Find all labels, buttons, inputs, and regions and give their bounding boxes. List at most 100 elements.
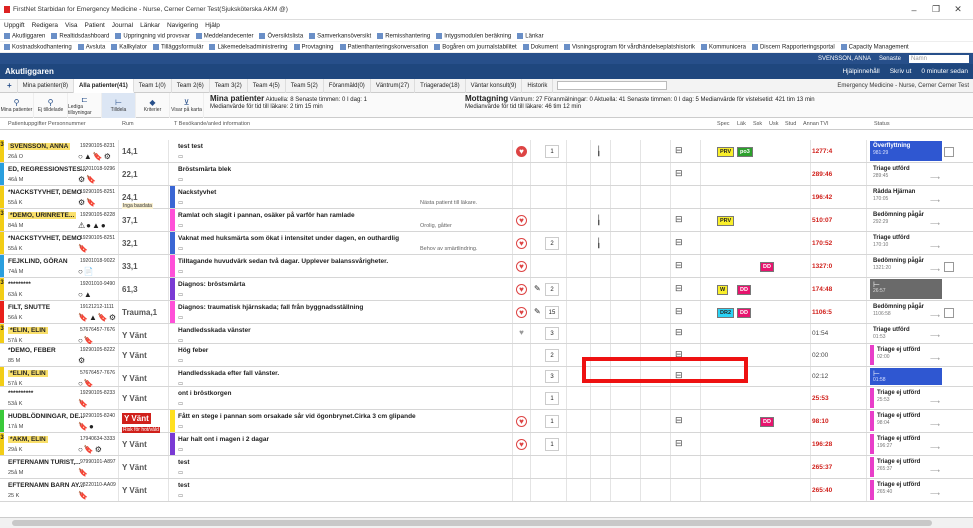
visit-reason[interactable]: ont i bröstkorgen (178, 390, 231, 397)
patient-name[interactable]: *DEMO, FEBER (8, 347, 56, 354)
table-row[interactable]: 3 *DEMO, URINRETE... 19290105-8228 84å M ⚠●▲… (0, 209, 973, 232)
bookmark-link[interactable]: Discern Rapporteringsportal (751, 43, 835, 50)
patient-name[interactable]: *NACKSTYVHET, DEMO (8, 235, 82, 242)
menu-item[interactable]: Navigering (167, 22, 198, 29)
heart-icon[interactable]: ♥ (516, 145, 527, 157)
menu-item[interactable]: Visa (65, 22, 78, 29)
visit-reason[interactable]: Vaknat med huksmärta som ökat i intensit… (178, 235, 399, 242)
bookmark-link[interactable]: Kommunicera (700, 43, 746, 50)
patient-name[interactable]: ED, REGRESSIONSTES... (8, 166, 86, 173)
patient-name[interactable]: HUDBLÖDNINGAR, DE... (8, 413, 84, 420)
visit-reason[interactable]: test (178, 459, 190, 466)
tab-waiting-room[interactable]: Väntrum(27) (371, 78, 416, 93)
col-annan[interactable]: Annan (803, 121, 819, 127)
heart-icon[interactable]: ♥ (516, 328, 527, 339)
table-row[interactable]: *DEMO, FEBER 19290105-8222 85 M ⚙ Y Vänt Hög … (0, 344, 973, 367)
status-cell[interactable]: Triage ej utförd 196:27 (870, 434, 942, 454)
bookmark-link[interactable]: Capacity Management (840, 43, 909, 50)
patient-name[interactable]: ********** (8, 390, 33, 397)
table-row[interactable]: FEJKLIND, GÖRAN 19201018-9022 74å M ○📄 33,1 T… (0, 255, 973, 278)
bookmark-link[interactable]: Intygsmodulen beräkning (436, 32, 511, 39)
room-number[interactable]: Y Vänt (122, 374, 147, 383)
add-tab-button[interactable]: + (2, 78, 18, 93)
row-checkbox[interactable] (944, 261, 954, 272)
visit-reason[interactable]: Har halt ont i magen i 2 dagar (178, 436, 269, 443)
document-count[interactable]: 3 (545, 327, 559, 340)
tab-team-2[interactable]: Team 2(6) (172, 78, 210, 93)
horizontal-scrollbar[interactable] (0, 517, 973, 528)
room-number[interactable]: Y Vänt (122, 331, 147, 340)
visit-reason[interactable]: Diagnos: bröstsmärta (178, 281, 245, 288)
document-count[interactable]: 1 (545, 414, 559, 428)
table-row[interactable]: EFTERNAMN TURIST,... 97990101-A897 25å M 🔖 Y… (0, 456, 973, 479)
table-row[interactable]: *ELIN, ELIN 57676457-7676 57å K ○🔖 Y Vänt Han… (0, 367, 973, 388)
minimize-button[interactable]: – (903, 5, 925, 15)
bookmark-link[interactable]: Läkemedelsadministrering (209, 43, 288, 50)
menu-item[interactable]: Patient (85, 22, 105, 29)
restore-button[interactable]: ❐ (925, 4, 947, 15)
status-cell[interactable]: Rädda Hjärnan 170:05 (870, 187, 942, 207)
patient-name[interactable]: *DEMO, URINRETE... (8, 212, 77, 219)
bookmark-link[interactable]: Meddelandecenter (195, 32, 253, 39)
patient-name[interactable]: *NACKSTYVHET, DEMO (8, 189, 82, 196)
bookmark-link[interactable]: Översiktslista (259, 32, 303, 39)
patient-name[interactable]: FILT, SNUTTE (8, 304, 50, 311)
patient-name[interactable]: *ELIN, ELIN (8, 327, 48, 334)
menu-item[interactable]: Uppgift (4, 22, 25, 29)
col-patient[interactable]: Patientuppgifter Personnummer (8, 121, 86, 127)
room-number[interactable]: 22,1 (122, 170, 138, 179)
heart-icon[interactable]: ♥ (516, 237, 527, 249)
document-count[interactable]: 2 (545, 282, 559, 296)
table-row[interactable]: 3 ********* 19201010-9490 63å K ○▲ 61,3 Diagno… (0, 278, 973, 301)
document-count[interactable]: 3 (545, 370, 559, 383)
room-number[interactable]: Y Vänt (122, 413, 151, 424)
col-room[interactable]: Rum (122, 121, 134, 127)
col-lak[interactable]: Läk (737, 121, 746, 127)
visit-reason[interactable]: Diagnos: traumatisk hjärnskada; fall frå… (178, 304, 363, 311)
tab-team-3[interactable]: Team 3(2) (210, 78, 248, 93)
status-cell[interactable]: Triage ej utförd 02:00 (870, 345, 942, 365)
bookmark-link[interactable]: Dokument (522, 43, 558, 50)
visit-reason[interactable]: Fått en stege i pannan som orsakade sår … (178, 413, 416, 420)
status-cell[interactable]: ⊢ 26:57 (870, 279, 942, 299)
free-beds-button[interactable]: ⊏ Lediga tillsyningar (68, 93, 102, 118)
bookmark-link[interactable]: Samverkansöversikt (309, 32, 371, 39)
menu-item[interactable]: Journal (112, 22, 133, 29)
bookmark-link[interactable]: Visningsprogram för vårdhändelseplatshis… (564, 43, 695, 50)
visit-reason[interactable]: Nackstyvhet (178, 189, 216, 196)
bookmark-link[interactable]: Avsluta (77, 43, 105, 50)
room-number[interactable]: Y Vänt (122, 486, 147, 495)
visit-reason[interactable]: test test (178, 143, 203, 150)
menu-item[interactable]: Hjälp (205, 22, 220, 29)
room-number[interactable]: 37,1 (122, 216, 138, 225)
bookmark-link[interactable]: Kostnadskodhantering (4, 43, 72, 50)
bookmark-link[interactable]: Provtagning (293, 43, 334, 50)
status-cell[interactable]: Triage ej utförd 25:53 (870, 388, 942, 408)
filter-button[interactable]: ⊻ Visar på karta (170, 93, 204, 118)
col-usk[interactable]: Usk (769, 121, 778, 127)
room-number[interactable]: 14,1 (122, 147, 138, 156)
tab-preregistered[interactable]: Föranmäld(0) (324, 78, 371, 93)
patient-name[interactable]: *AKM, ELIN (8, 436, 48, 443)
status-cell[interactable]: Triage utförd 289:45 (870, 164, 942, 184)
row-checkbox[interactable] (944, 146, 954, 157)
heart-icon[interactable]: ♥ (516, 214, 527, 226)
status-cell[interactable]: ⊢ 01:58 (870, 368, 942, 385)
document-count[interactable]: 2 (545, 236, 559, 250)
tab-team-1[interactable]: Team 1(0) (134, 78, 172, 93)
document-count[interactable]: 1 (545, 391, 559, 405)
user-name[interactable]: SVENSSON, ANNA (818, 56, 871, 62)
visit-reason[interactable]: Tilltagande huvudvärk sedan två dagar. U… (178, 258, 388, 265)
room-number[interactable]: Y Vänt (122, 394, 147, 403)
room-number[interactable]: Y Vänt (122, 440, 147, 449)
col-status[interactable]: Status (874, 121, 890, 127)
patient-name[interactable]: EFTERNAMN BARN AY... (8, 482, 84, 489)
my-patients-button[interactable]: ⚲ Mina patienter (0, 93, 34, 118)
tab-team-4[interactable]: Team 4(5) (248, 78, 286, 93)
tab-triaged[interactable]: Triagerade(18) (415, 78, 466, 93)
document-count[interactable]: 2 (545, 348, 559, 362)
bookmark-link[interactable]: Akutliggaren (4, 32, 45, 39)
menu-item[interactable]: Länkar (140, 22, 160, 29)
table-row[interactable]: ********** 19290105-8233 53å K 🔖 Y Vänt ont i… (0, 387, 973, 410)
patient-name[interactable]: FEJKLIND, GÖRAN (8, 258, 68, 265)
